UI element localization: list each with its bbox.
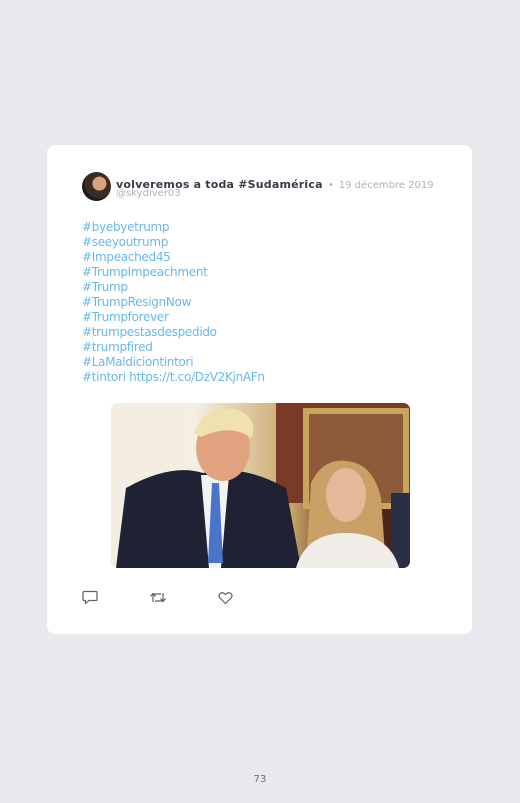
avatar[interactable]: [82, 172, 111, 201]
hashtag-link[interactable]: #TrumpImpeachment: [82, 265, 265, 280]
hashtag-link[interactable]: #trumpestasdespedido: [82, 325, 265, 340]
header-separator: •: [327, 180, 334, 191]
tweet-photo[interactable]: [111, 403, 410, 568]
tweet-date[interactable]: 19 décembre 2019: [339, 180, 434, 191]
hashtag-link[interactable]: #LaMaldiciontintori: [82, 355, 265, 370]
tweet-card: volveremos a toda #Sudamérica • 19 décem…: [47, 145, 472, 634]
comment-icon[interactable]: [82, 590, 98, 609]
photo-illustration: [111, 403, 410, 568]
hashtag-link[interactable]: #seeyoutrump: [82, 235, 265, 250]
page-number: 73: [253, 774, 267, 785]
hashtag-link[interactable]: #Trumpforever: [82, 310, 265, 325]
author-handle[interactable]: @skydiver03: [116, 188, 181, 199]
hashtag-link[interactable]: #Trump: [82, 280, 265, 295]
hashtag-link[interactable]: #TrumpResignNow: [82, 295, 265, 310]
hashtag-link[interactable]: #byebyetrump: [82, 220, 265, 235]
tweet-text: #byebyetrump #seeyoutrump #Impeached45 #…: [82, 220, 265, 385]
last-line: #tintori https://t.co/DzV2KjnAFn: [82, 370, 265, 385]
like-icon[interactable]: [218, 590, 233, 609]
retweet-icon[interactable]: [149, 590, 167, 609]
hashtag-link[interactable]: #Impeached45: [82, 250, 265, 265]
hashtag-link[interactable]: #trumpfired: [82, 340, 265, 355]
tweet-url-link[interactable]: https://t.co/DzV2KjnAFn: [129, 370, 265, 384]
hashtag-link[interactable]: #tintori: [82, 370, 126, 384]
